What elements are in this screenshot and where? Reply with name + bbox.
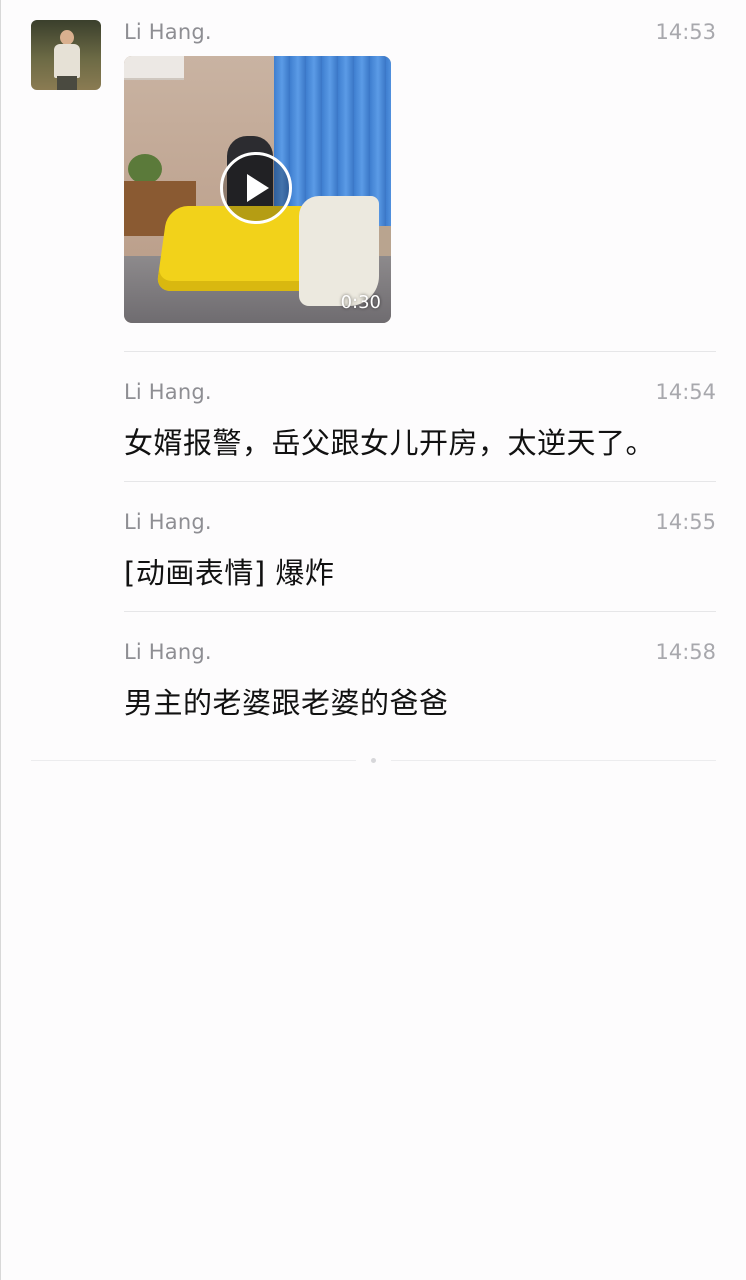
chat-history-screen: Li Hang. 14:53 0:30 Li Hang. 14:54 女婿报警，… xyxy=(0,0,746,1280)
sender-name: Li Hang. xyxy=(124,20,212,44)
message-item: Li Hang. 14:55 [动画表情] 爆炸 xyxy=(124,510,716,590)
message-divider xyxy=(124,611,716,612)
message-time: 14:54 xyxy=(655,380,716,404)
message-text[interactable]: [动画表情] 爆炸 xyxy=(124,550,334,592)
play-icon xyxy=(247,174,269,202)
play-button[interactable] xyxy=(220,152,292,224)
end-divider-dot xyxy=(371,758,376,763)
end-divider-right xyxy=(391,760,716,761)
sender-name: Li Hang. xyxy=(124,640,212,664)
video-frame-air-conditioner xyxy=(124,56,184,80)
avatar[interactable] xyxy=(31,20,101,90)
message-divider xyxy=(124,351,716,352)
message-time: 14:58 xyxy=(655,640,716,664)
message-text[interactable]: 男主的老婆跟老婆的爸爸 xyxy=(124,680,449,722)
sender-name: Li Hang. xyxy=(124,380,212,404)
video-frame-plant xyxy=(128,154,162,184)
message-divider xyxy=(124,481,716,482)
message-time: 14:53 xyxy=(655,20,716,44)
message-item: Li Hang. 14:54 女婿报警，岳父跟女儿开房，太逆天了。 xyxy=(124,380,716,460)
message-text[interactable]: 女婿报警，岳父跟女儿开房，太逆天了。 xyxy=(124,420,655,462)
avatar-figure-legs xyxy=(57,76,77,90)
avatar-figure-head xyxy=(60,30,74,45)
avatar-figure-body xyxy=(54,44,80,78)
message-item: Li Hang. 14:53 0:30 xyxy=(124,20,716,330)
video-thumbnail[interactable]: 0:30 xyxy=(124,56,391,323)
message-item: Li Hang. 14:58 男主的老婆跟老婆的爸爸 xyxy=(124,640,716,720)
end-divider-left xyxy=(31,760,356,761)
message-time: 14:55 xyxy=(655,510,716,534)
video-duration: 0:30 xyxy=(340,292,381,313)
video-frame-cloth xyxy=(299,196,379,306)
sender-name: Li Hang. xyxy=(124,510,212,534)
